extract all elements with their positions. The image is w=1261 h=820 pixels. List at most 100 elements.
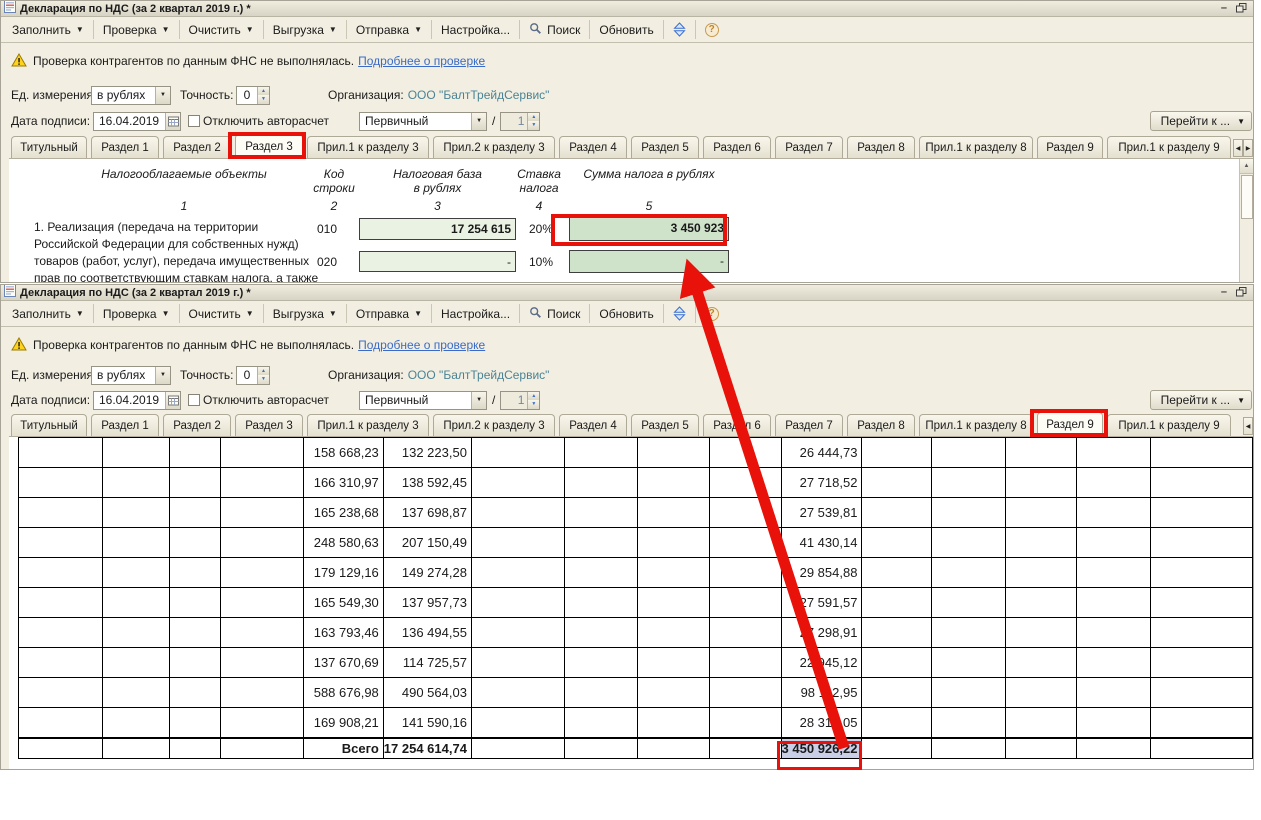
tab-title-page[interactable]: Титульный xyxy=(11,414,87,436)
sheet-cell[interactable]: 137 670,69 xyxy=(303,648,383,678)
sheet-cell[interactable] xyxy=(564,468,637,498)
sheet-cell[interactable]: 98 112,95 xyxy=(781,678,862,708)
sheet-cell[interactable] xyxy=(471,678,564,708)
sheet-cell[interactable] xyxy=(932,708,1006,738)
tab-section-6[interactable]: Раздел 6 xyxy=(703,414,771,436)
spin-down-icon[interactable]: ▼ xyxy=(258,375,269,384)
sheet-cell[interactable] xyxy=(564,528,637,558)
sheet-cell[interactable] xyxy=(1006,438,1077,468)
refresh-button[interactable]: Обновить xyxy=(591,304,661,324)
sheet-cell[interactable] xyxy=(19,558,103,588)
sheet-cell[interactable] xyxy=(1077,468,1151,498)
send-button[interactable]: Отправка▼ xyxy=(348,304,430,324)
revision-spinner[interactable]: 1▲▼ xyxy=(500,112,540,131)
sheet-cell[interactable] xyxy=(1006,678,1077,708)
spin-down-icon[interactable]: ▼ xyxy=(528,121,539,130)
report-type-combobox[interactable]: Первичный▼ xyxy=(359,112,487,131)
sheet-cell[interactable]: 137 698,87 xyxy=(383,498,471,528)
sheet-cell[interactable] xyxy=(637,528,709,558)
sheet-cell[interactable]: 29 854,88 xyxy=(781,558,862,588)
tab-scroll-left-icon[interactable]: ◀ xyxy=(1233,139,1243,157)
tab-app1-section-8[interactable]: Прил.1 к разделу 8 xyxy=(919,136,1033,158)
sheet-cell[interactable] xyxy=(862,678,932,708)
combo-arrow-icon[interactable]: ▼ xyxy=(471,113,486,130)
spin-up-icon[interactable]: ▲ xyxy=(258,87,269,96)
sheet-cell[interactable] xyxy=(637,468,709,498)
row-010-tax-field[interactable]: 3 450 923 xyxy=(569,217,729,241)
sheet-cell[interactable] xyxy=(637,738,709,759)
sheet-cell[interactable] xyxy=(19,528,103,558)
sheet-cell[interactable] xyxy=(1006,618,1077,648)
sheet-cell[interactable] xyxy=(564,678,637,708)
unit-combobox[interactable]: в рублях▼ xyxy=(91,86,171,105)
sheet-cell[interactable] xyxy=(169,468,220,498)
sheet-cell[interactable] xyxy=(102,678,169,708)
sheet-cell[interactable] xyxy=(1151,498,1253,528)
sheet-cell[interactable] xyxy=(221,438,304,468)
sheet-cell[interactable] xyxy=(471,468,564,498)
sheet-cell[interactable] xyxy=(102,498,169,528)
sheet-cell[interactable] xyxy=(564,498,637,528)
send-button[interactable]: Отправка▼ xyxy=(348,20,430,40)
sheet-cell[interactable] xyxy=(564,558,637,588)
sheet-cell[interactable] xyxy=(1077,588,1151,618)
tab-section-4[interactable]: Раздел 4 xyxy=(559,414,627,436)
precision-spinner[interactable]: 0▲▼ xyxy=(236,86,270,105)
sheet-cell[interactable] xyxy=(637,558,709,588)
sheet-cell[interactable] xyxy=(1006,588,1077,618)
tab-section-1[interactable]: Раздел 1 xyxy=(91,414,159,436)
clear-button[interactable]: Очистить▼ xyxy=(181,20,262,40)
sheet-cell[interactable] xyxy=(709,528,781,558)
sheet-cell[interactable] xyxy=(862,528,932,558)
sheet-cell[interactable] xyxy=(932,438,1006,468)
sheet-cell[interactable] xyxy=(709,558,781,588)
sheet-cell[interactable]: 165 238,68 xyxy=(303,498,383,528)
sheet-cell[interactable]: 207 150,49 xyxy=(383,528,471,558)
settings-button[interactable]: Настройка... xyxy=(433,304,518,324)
sheet-cell[interactable] xyxy=(564,648,637,678)
combo-arrow-icon[interactable]: ▼ xyxy=(155,87,170,104)
combo-arrow-icon[interactable]: ▼ xyxy=(471,392,486,409)
calendar-icon[interactable] xyxy=(165,392,180,409)
sheet-cell[interactable] xyxy=(932,558,1006,588)
sheet-cell[interactable] xyxy=(932,498,1006,528)
sheet-cell[interactable] xyxy=(471,588,564,618)
sheet-cell[interactable] xyxy=(1151,528,1253,558)
sheet-cell[interactable] xyxy=(471,498,564,528)
sheet-cell[interactable] xyxy=(1077,648,1151,678)
autocalc-checkbox[interactable] xyxy=(188,394,200,406)
sheet-cell[interactable] xyxy=(1077,558,1151,588)
sheet-cell[interactable] xyxy=(102,558,169,588)
settings-button[interactable]: Настройка... xyxy=(433,20,518,40)
sheet-cell[interactable]: 27 539,81 xyxy=(781,498,862,528)
sheet-cell[interactable] xyxy=(637,498,709,528)
fill-button[interactable]: Заполнить▼ xyxy=(4,20,92,40)
sheet-cell[interactable] xyxy=(1151,678,1253,708)
check-details-link[interactable]: Подробнее о проверке xyxy=(358,54,485,68)
sheet-cell[interactable] xyxy=(1006,558,1077,588)
unload-button[interactable]: Выгрузка▼ xyxy=(265,304,345,324)
sheet-cell[interactable] xyxy=(1006,528,1077,558)
tab-title-page[interactable]: Титульный xyxy=(11,136,87,158)
sheet-cell[interactable]: 26 444,73 xyxy=(781,438,862,468)
sheet-cell[interactable] xyxy=(19,588,103,618)
sheet-cell[interactable] xyxy=(709,678,781,708)
tab-section-8[interactable]: Раздел 8 xyxy=(847,414,915,436)
sheet-cell[interactable] xyxy=(1077,498,1151,528)
sheet-cell[interactable] xyxy=(862,558,932,588)
refresh-button[interactable]: Обновить xyxy=(591,20,661,40)
row-020-tax-field[interactable]: - xyxy=(569,250,729,273)
sheet-cell[interactable]: 588 676,98 xyxy=(303,678,383,708)
vertical-scrollbar[interactable]: ▲ xyxy=(1239,159,1253,283)
precision-spinner[interactable]: 0▲▼ xyxy=(236,366,270,385)
sheet-cell[interactable]: 169 908,21 xyxy=(303,708,383,738)
sheet-cell[interactable] xyxy=(1006,708,1077,738)
sheet-cell[interactable] xyxy=(19,738,103,759)
sheet-cell[interactable] xyxy=(1151,738,1253,759)
tab-app1-section-3[interactable]: Прил.1 к разделу 3 xyxy=(307,136,429,158)
sheet-cell[interactable] xyxy=(221,528,304,558)
row-020-base-field[interactable]: - xyxy=(359,251,516,272)
clear-button[interactable]: Очистить▼ xyxy=(181,304,262,324)
sheet-cell[interactable] xyxy=(1006,738,1077,759)
tab-section-9[interactable]: Раздел 9 xyxy=(1037,136,1103,158)
